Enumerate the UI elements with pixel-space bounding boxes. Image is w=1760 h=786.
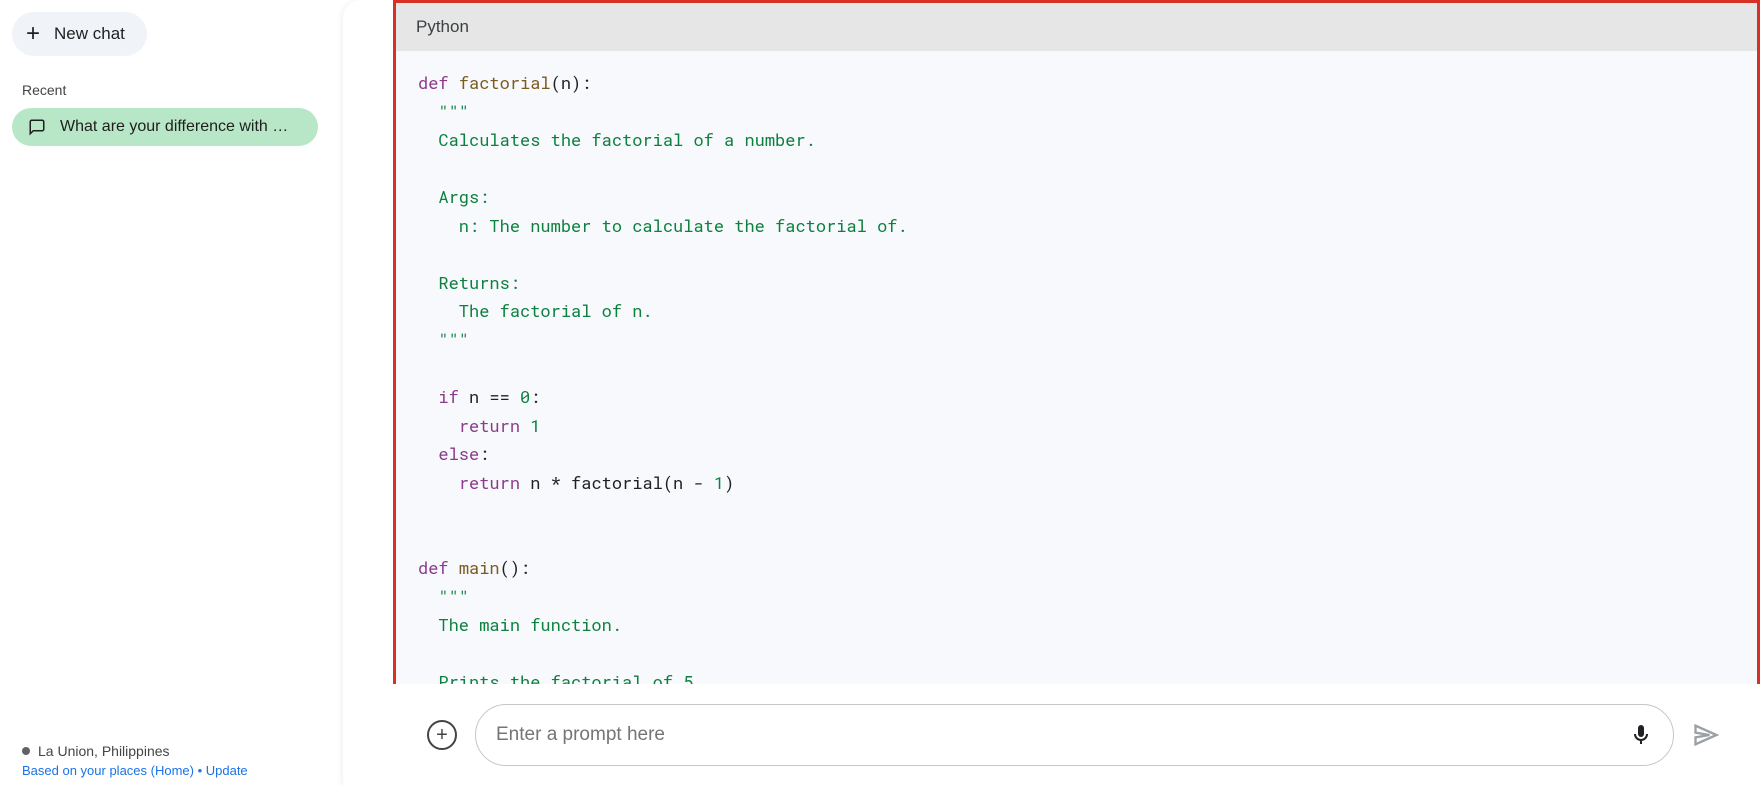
- tok-doc: """: [418, 585, 469, 608]
- tok-doc: """: [418, 100, 469, 123]
- tok-doc: Args:: [418, 185, 489, 208]
- tok-sig: (n):: [551, 71, 592, 94]
- tok-def: def: [418, 556, 449, 579]
- sidebar-footer: La Union, Philippines Based on your plac…: [22, 743, 248, 778]
- location-text: La Union, Philippines: [38, 743, 170, 759]
- code-body[interactable]: def factorial(n): """ Calculates the fac…: [396, 51, 1757, 684]
- tok-colon: :: [479, 442, 489, 465]
- tok-num: 1: [714, 471, 724, 494]
- tok-colon: :: [530, 385, 540, 408]
- tok-doc: Returns:: [418, 271, 520, 294]
- microphone-button[interactable]: [1629, 723, 1653, 747]
- tok-fn-name: factorial: [459, 71, 551, 94]
- tok-expr: n * factorial(n -: [520, 471, 714, 494]
- tok-sp: [520, 414, 530, 437]
- new-chat-button[interactable]: + New chat: [12, 12, 147, 56]
- add-attachment-button[interactable]: +: [427, 720, 457, 750]
- tok-doc: Prints the factorial of 5.: [418, 670, 704, 684]
- tok-doc: Calculates the factorial of a number.: [418, 128, 816, 151]
- main-panel: Python def factorial(n): """ Calculates …: [343, 0, 1760, 786]
- content-area: Python def factorial(n): """ Calculates …: [343, 0, 1760, 684]
- tok-cond: n ==: [459, 385, 520, 408]
- prompt-input[interactable]: [496, 724, 1629, 746]
- code-language-label: Python: [396, 3, 1757, 51]
- tok-num: 0: [520, 385, 530, 408]
- tok-def: def: [418, 71, 449, 94]
- location-secondary[interactable]: Based on your places (Home) • Update: [22, 763, 248, 778]
- tok-else: else: [438, 442, 479, 465]
- tok-indent: [418, 471, 459, 494]
- tok-fn-name: main: [459, 556, 500, 579]
- tok-if: if: [438, 385, 458, 408]
- composer: +: [343, 684, 1760, 786]
- microphone-icon: [1629, 723, 1653, 747]
- recent-heading: Recent: [22, 82, 331, 98]
- sidebar: + New chat Recent What are your differen…: [0, 0, 343, 786]
- tok-indent: [418, 414, 459, 437]
- send-button[interactable]: [1692, 721, 1720, 749]
- tok-sig: ():: [500, 556, 531, 579]
- code-block: Python def factorial(n): """ Calculates …: [393, 0, 1760, 684]
- tok-return: return: [459, 471, 520, 494]
- tok-indent: [418, 385, 438, 408]
- new-chat-label: New chat: [54, 24, 125, 44]
- sidebar-item-recent-0[interactable]: What are your difference with …: [12, 108, 318, 146]
- tok-num: 1: [530, 414, 540, 437]
- tok-doc: n: The number to calculate the factorial…: [418, 214, 908, 237]
- location-dot-icon: [22, 747, 30, 755]
- tok-doc: """: [418, 328, 469, 351]
- prompt-input-wrap: [475, 704, 1674, 766]
- plus-icon: +: [436, 724, 448, 747]
- send-icon: [1692, 721, 1720, 749]
- tok-return: return: [459, 414, 520, 437]
- plus-icon: +: [26, 22, 40, 46]
- tok-close: ): [724, 471, 734, 494]
- tok-doc: The factorial of n.: [418, 299, 653, 322]
- tok-doc: The main function.: [418, 613, 622, 636]
- chat-icon: [28, 118, 46, 136]
- tok-indent: [418, 442, 438, 465]
- sidebar-item-label: What are your difference with …: [60, 118, 288, 136]
